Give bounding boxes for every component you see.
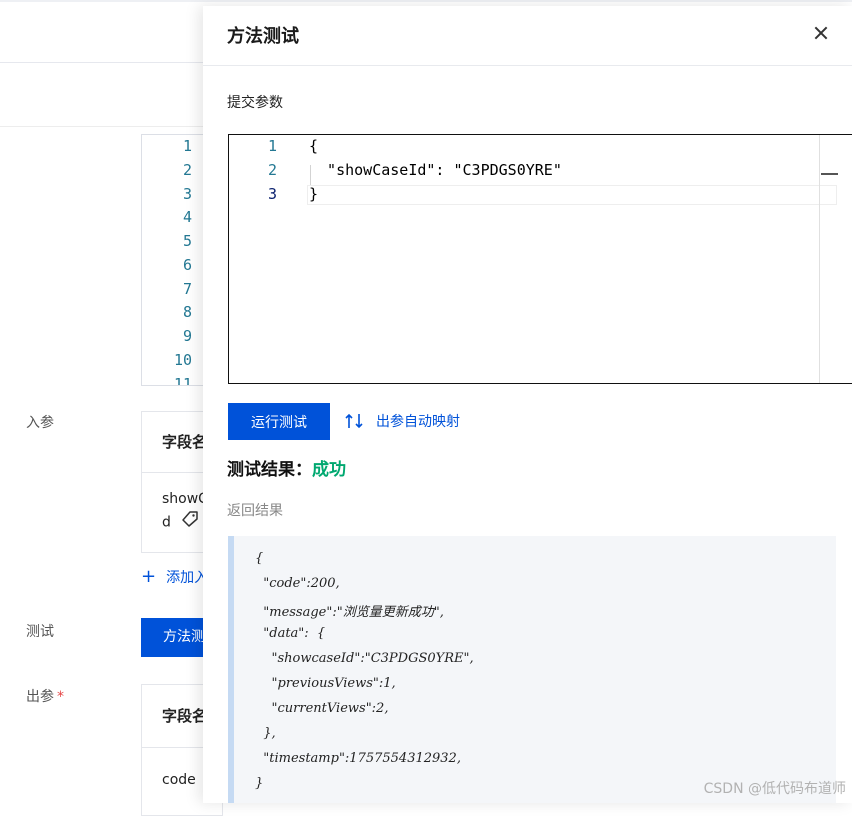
line-number: 1 <box>182 137 192 155</box>
line-number: 3 <box>182 185 192 203</box>
code-line: "showCaseId": "C3PDGS0YRE" <box>309 161 562 179</box>
input-params-label: 入参 <box>26 415 54 431</box>
response-json-block: { "code":200, "message":"浏览量更新成功", "data… <box>228 536 836 803</box>
json-line: "currentViews":2, <box>255 701 389 716</box>
auto-map-label: 出参自动映射 <box>376 414 460 430</box>
result-prefix: 测试结果： <box>227 460 312 480</box>
json-line: "message":"浏览量更新成功", <box>255 605 444 620</box>
field-name-value-tail: d <box>162 514 171 531</box>
line-number: 4 <box>182 208 192 226</box>
json-line: "code":200, <box>255 576 340 591</box>
json-line: }, <box>255 726 276 741</box>
line-number: 7 <box>182 280 192 298</box>
return-result-label: 返回结果 <box>227 503 283 519</box>
close-icon[interactable] <box>812 24 830 42</box>
line-number: 5 <box>182 232 192 250</box>
page-divider <box>0 126 210 127</box>
output-params-label: 出参 * <box>26 689 64 705</box>
swap-arrows-icon <box>345 413 363 429</box>
line-number: 10 <box>173 351 192 369</box>
json-line: "data": { <box>255 626 326 641</box>
code-line: { <box>309 137 319 155</box>
line-number: 8 <box>182 303 192 321</box>
test-label: 测试 <box>26 624 54 640</box>
current-line-highlight <box>307 185 837 205</box>
auto-map-output-link[interactable]: 出参自动映射 <box>344 411 460 431</box>
line-number: 3 <box>267 185 277 203</box>
required-mark: * <box>57 689 64 705</box>
line-number: 11 <box>173 375 192 386</box>
code-line: } <box>309 185 319 203</box>
watermark: CSDN @低代码布道师 <box>703 781 846 797</box>
line-number: 1 <box>267 137 277 155</box>
method-test-drawer: 方法测试 提交参数 1 2 3 { "showCaseId": "C3PDGS0… <box>203 6 852 803</box>
result-status: 成功 <box>312 460 346 480</box>
line-number: 6 <box>182 256 192 274</box>
drawer-header-divider <box>203 65 852 66</box>
test-result-line: 测试结果：成功 <box>227 455 346 480</box>
json-line: "timestamp":1757554312932, <box>255 751 461 766</box>
json-line: { <box>255 551 264 566</box>
drawer-title: 方法测试 <box>227 26 299 47</box>
editor-scrollbar[interactable] <box>819 135 820 383</box>
json-line: "showcaseId":"C3PDGS0YRE", <box>255 651 474 666</box>
json-line: "previousViews":1, <box>255 676 396 691</box>
line-number: 9 <box>182 327 192 345</box>
submit-params-label: 提交参数 <box>227 95 283 111</box>
line-number: 2 <box>182 161 192 179</box>
params-code-editor[interactable]: 1 2 3 { "showCaseId": "C3PDGS0YRE" } <box>228 134 852 384</box>
tag-icon[interactable] <box>181 510 199 535</box>
run-test-button[interactable]: 运行测试 <box>228 403 330 440</box>
json-line: } <box>255 776 264 791</box>
line-number: 2 <box>267 161 277 179</box>
plus-icon: + <box>141 566 157 587</box>
overview-ruler-cursor <box>821 173 838 175</box>
